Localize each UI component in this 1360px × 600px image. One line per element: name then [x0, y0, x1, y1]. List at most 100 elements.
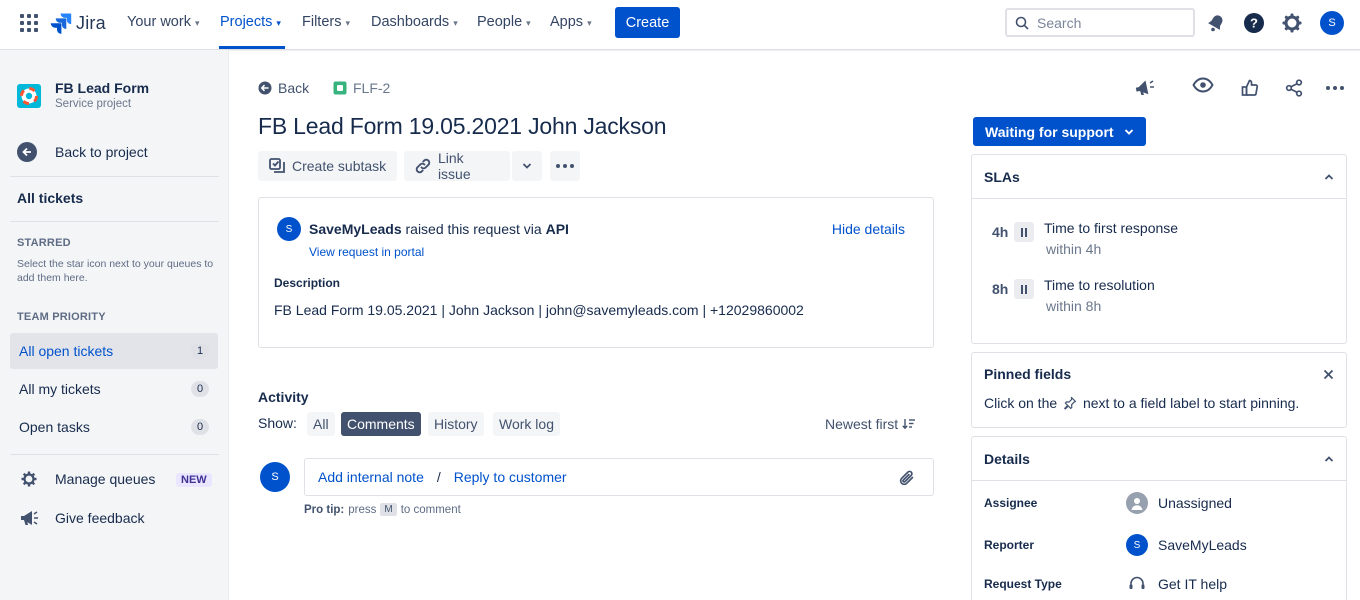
- share-icon[interactable]: [1282, 76, 1306, 100]
- raised-by-text: SaveMyLeads raised this request via API: [309, 221, 569, 237]
- link-issue-button[interactable]: Link issue: [404, 150, 510, 182]
- back-label: Back: [278, 80, 310, 96]
- sort-label: Newest first: [825, 416, 899, 432]
- status-dropdown-button[interactable]: Waiting for support: [973, 117, 1146, 146]
- create-subtask-button[interactable]: Create subtask: [258, 151, 397, 181]
- pinned-fields-title: Pinned fields: [984, 366, 1072, 382]
- filter-comments[interactable]: Comments: [341, 412, 421, 436]
- watch-icon[interactable]: [1191, 73, 1215, 97]
- queue-all-my-tickets[interactable]: All my tickets 0: [10, 371, 218, 407]
- queue-count: 1: [191, 343, 209, 359]
- give-feedback-label: Give feedback: [55, 510, 145, 526]
- headset-icon: [1129, 576, 1145, 589]
- comment-editor[interactable]: Add internal note / Reply to customer: [304, 458, 934, 496]
- queue-open-tasks[interactable]: Open tasks 0: [10, 409, 218, 445]
- nav-dashboards[interactable]: Dashboards ▾: [371, 14, 458, 30]
- help-icon[interactable]: ?: [1242, 11, 1266, 35]
- more-icon[interactable]: [1323, 76, 1347, 100]
- queue-label: Open tasks: [19, 419, 90, 435]
- sort-order-button[interactable]: Newest first: [825, 416, 916, 432]
- description-text[interactable]: FB Lead Form 19.05.2021 | John Jackson |…: [274, 302, 804, 318]
- give-feedback-link[interactable]: Give feedback: [19, 509, 145, 527]
- back-button[interactable]: Back: [258, 80, 309, 96]
- create-subtask-label: Create subtask: [292, 158, 387, 174]
- all-tickets-link[interactable]: All tickets: [17, 190, 83, 206]
- feedback-megaphone-icon[interactable]: [1133, 76, 1157, 100]
- nav-your-work[interactable]: Your work ▾: [127, 14, 199, 30]
- nav-filters[interactable]: Filters ▾: [302, 14, 350, 30]
- description-label: Description: [274, 276, 341, 290]
- app-switcher-icon[interactable]: [20, 14, 38, 32]
- request-type-field[interactable]: Get IT help: [1126, 576, 1227, 592]
- reporter-field[interactable]: S SaveMyLeads: [1126, 534, 1247, 556]
- slas-header[interactable]: SLAs: [972, 155, 1346, 199]
- nav-label: Projects: [220, 14, 273, 30]
- chevron-down-icon: ▾: [587, 17, 592, 28]
- reporter-avatar: S: [1126, 534, 1148, 556]
- jira-logo-icon: [50, 13, 72, 34]
- details-header[interactable]: Details: [972, 437, 1346, 481]
- view-in-portal-link[interactable]: View request in portal: [309, 245, 424, 259]
- reply-to-customer-button[interactable]: Reply to customer: [454, 469, 567, 485]
- thumbs-up-icon[interactable]: [1238, 76, 1262, 100]
- unassigned-avatar-icon: [1126, 492, 1148, 514]
- chevron-down-icon: [1124, 128, 1133, 135]
- sla-goal: within 8h: [1046, 298, 1102, 314]
- channel-name: API: [545, 221, 569, 237]
- manage-queues-link[interactable]: Manage queues: [19, 471, 155, 487]
- back-to-project-link[interactable]: Back to project: [17, 142, 148, 162]
- search-field[interactable]: [1005, 8, 1195, 37]
- sla-time: 4h: [992, 224, 1009, 240]
- chevron-down-icon: [522, 163, 532, 169]
- pro-tip-press: press: [348, 503, 377, 516]
- issue-type-icon: [333, 81, 347, 95]
- sla-resolution: 8h Time to resolution within 8h: [992, 277, 1155, 314]
- settings-icon[interactable]: [1280, 11, 1304, 35]
- manage-queues-label: Manage queues: [55, 471, 156, 487]
- issue-key-link[interactable]: FLF-2: [333, 80, 390, 96]
- assignee-field[interactable]: Unassigned: [1126, 492, 1232, 514]
- filter-all[interactable]: All: [307, 412, 335, 436]
- pin-icon: [1064, 396, 1077, 410]
- detail-request-type: Request Type Get IT help: [984, 576, 1334, 592]
- sort-descending-icon: [902, 419, 916, 430]
- team-priority-heading: TEAM PRIORITY: [17, 311, 106, 323]
- attachment-icon[interactable]: [897, 468, 917, 491]
- issue-title[interactable]: FB Lead Form 19.05.2021 John Jackson: [258, 113, 667, 140]
- pro-tip: Pro tip: press M to comment: [304, 503, 461, 516]
- user-avatar[interactable]: S: [1320, 11, 1344, 35]
- search-input[interactable]: [1037, 14, 1177, 31]
- chevron-up-icon[interactable]: [1324, 173, 1334, 181]
- pinned-fields-hint: Click on the next to a field label to st…: [972, 395, 1346, 411]
- chevron-down-icon: ▾: [453, 17, 458, 28]
- close-icon[interactable]: [1323, 369, 1334, 380]
- link-issue-dropdown[interactable]: [512, 151, 542, 181]
- queue-all-open-tickets[interactable]: All open tickets 1: [10, 333, 218, 369]
- nav-apps[interactable]: Apps ▾: [550, 14, 592, 30]
- reporter-avatar: S: [277, 217, 301, 241]
- sla-goal: within 4h: [1046, 241, 1102, 257]
- issue-key: FLF-2: [353, 80, 391, 96]
- sla-first-response: 4h Time to first response within 4h: [992, 220, 1178, 257]
- nav-label: Apps: [550, 14, 584, 30]
- hide-details-link[interactable]: Hide details: [832, 221, 905, 237]
- svg-text:?: ?: [1250, 16, 1258, 31]
- nav-projects[interactable]: Projects ▾: [220, 14, 281, 30]
- pinned-fields-header: Pinned fields: [972, 353, 1346, 395]
- chevron-up-icon[interactable]: [1324, 455, 1334, 463]
- pinned-hint-before: Click on the: [984, 395, 1058, 411]
- filter-work-log[interactable]: Work log: [493, 412, 560, 436]
- starred-note: Select the star icon next to your queues…: [17, 258, 214, 284]
- nav-people[interactable]: People ▾: [477, 14, 531, 30]
- more-actions-button[interactable]: [550, 151, 580, 181]
- jira-logo[interactable]: Jira: [50, 12, 106, 34]
- sidebar: FB Lead Form Service project Back to pro…: [0, 50, 229, 600]
- keyboard-shortcut-key: M: [380, 503, 397, 516]
- create-button[interactable]: Create: [615, 7, 680, 38]
- notifications-icon[interactable]: [1204, 11, 1228, 35]
- filter-history[interactable]: History: [428, 412, 484, 436]
- add-internal-note-button[interactable]: Add internal note: [318, 469, 424, 485]
- top-navigation: Jira Your work ▾ Projects ▾ Filters ▾ Dashb…: [0, 0, 1360, 50]
- reporter-name: SaveMyLeads: [309, 221, 402, 237]
- assignee-value: Unassigned: [1158, 495, 1232, 511]
